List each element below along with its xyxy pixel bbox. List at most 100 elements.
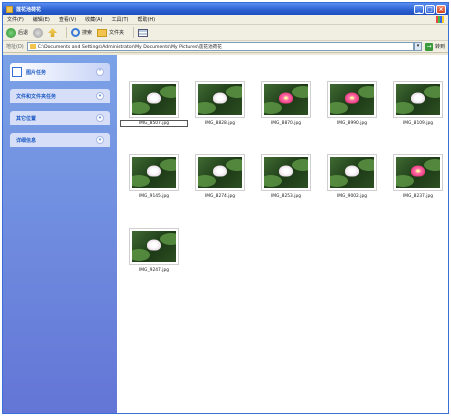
maximize-button[interactable]: □ (425, 4, 435, 14)
menu-bar: 文件(F) 编辑(E) 查看(V) 收藏(A) 工具(T) 帮助(H) (3, 15, 448, 25)
expand-chevron-icon[interactable]: » (96, 92, 104, 100)
thumbnail-item[interactable]: IMG_9247.jpg (121, 228, 187, 278)
file-name-label[interactable]: IMG_9145.jpg (121, 194, 187, 199)
windows-logo-icon (436, 16, 444, 23)
folders-icon (97, 28, 108, 37)
menu-help[interactable]: 帮助(H) (137, 16, 155, 23)
forward-arrow-icon (33, 27, 44, 38)
thumbnail-item[interactable]: IMG_8274.jpg (187, 154, 253, 204)
leaf-shape (160, 86, 176, 98)
lotus-photo (132, 157, 176, 188)
folders-label: 文件夹 (109, 30, 125, 36)
thumbnail-frame[interactable] (261, 81, 311, 118)
go-button[interactable]: → 转到 (424, 42, 445, 51)
leaf-shape (292, 86, 308, 98)
thumbnail-item[interactable]: IMG_8507.jpg (120, 81, 188, 131)
thumbnail-frame[interactable] (327, 154, 377, 191)
file-name-label[interactable]: IMG_8109.jpg (385, 121, 451, 126)
leaf-shape (132, 102, 150, 114)
toolbar-separator (133, 27, 135, 38)
details-panel[interactable]: 详细信息 » (10, 133, 110, 147)
address-dropdown-button[interactable]: ▾ (413, 42, 422, 51)
picture-tasks-panel[interactable]: 图片任务 ⌃ (10, 63, 110, 81)
thumbnail-item[interactable]: IMG_8253.jpg (253, 154, 319, 204)
thumbnail-frame[interactable] (195, 154, 245, 191)
lotus-photo (198, 84, 242, 115)
menu-file[interactable]: 文件(F) (7, 16, 24, 23)
file-name-label[interactable]: IMG_9002.jpg (319, 194, 385, 199)
leaf-shape (198, 175, 216, 187)
thumbnail-item[interactable]: IMG_8109.jpg (385, 81, 451, 131)
lotus-flower (411, 165, 425, 177)
thumbnail-frame[interactable] (327, 81, 377, 118)
address-value: C:\Documents and Settings\Administrator\… (37, 44, 222, 50)
leaf-shape (264, 102, 282, 114)
file-name-label[interactable]: IMG_9247.jpg (121, 268, 187, 273)
menu-favorites[interactable]: 收藏(A) (85, 16, 102, 23)
file-name-label[interactable]: IMG_8870.jpg (253, 121, 319, 126)
thumbnail-frame[interactable] (195, 81, 245, 118)
other-places-panel[interactable]: 其它位置 » (10, 111, 110, 125)
expand-chevron-icon[interactable]: » (96, 114, 104, 122)
thumbnail-item[interactable]: IMG_8990.jpg (319, 81, 385, 131)
lotus-photo (264, 84, 308, 115)
thumbnail-frame[interactable] (393, 154, 443, 191)
folders-button[interactable]: 文件夹 (97, 28, 125, 37)
toolbar: 后退 搜索 文件夹 (3, 25, 448, 41)
file-folder-tasks-panel[interactable]: 文件和文件夹任务 » (10, 89, 110, 103)
task-pane: 图片任务 ⌃ 文件和文件夹任务 » 其它位置 » 详细信息 » (3, 55, 117, 413)
leaf-shape (292, 159, 308, 171)
thumbnail-item[interactable]: IMG_8870.jpg (253, 81, 319, 131)
back-button[interactable]: 后退 (6, 27, 28, 38)
thumbnail-frame[interactable] (393, 81, 443, 118)
lotus-flower (213, 92, 227, 104)
lotus-photo (264, 157, 308, 188)
thumbnail-frame[interactable] (129, 81, 179, 118)
file-name-label[interactable]: IMG_8507.jpg (120, 120, 188, 127)
window-title: 莲花池荷花 (16, 6, 42, 13)
lotus-flower (279, 165, 293, 177)
collapse-chevron-icon[interactable]: ⌃ (96, 68, 104, 76)
panel-label: 其它位置 (16, 115, 37, 122)
file-name-label[interactable]: IMG_8990.jpg (319, 121, 385, 126)
address-input[interactable]: C:\Documents and Settings\Administrator\… (26, 42, 414, 51)
views-button[interactable] (138, 28, 149, 37)
file-name-label[interactable]: IMG_8828.jpg (187, 121, 253, 126)
lotus-flower (147, 239, 161, 251)
menu-view[interactable]: 查看(V) (59, 16, 76, 23)
leaf-shape (424, 159, 440, 171)
forward-button[interactable] (33, 27, 44, 38)
menu-edit[interactable]: 编辑(E) (33, 16, 50, 23)
lotus-photo (198, 157, 242, 188)
thumbnail-item[interactable]: IMG_8237.jpg (385, 154, 451, 204)
title-bar[interactable]: 莲花池荷花 _ □ × (3, 3, 448, 15)
expand-chevron-icon[interactable]: » (96, 136, 104, 144)
search-button[interactable]: 搜索 (71, 28, 92, 37)
thumbnail-frame[interactable] (261, 154, 311, 191)
file-name-label[interactable]: IMG_8237.jpg (385, 194, 451, 199)
leaf-shape (358, 86, 374, 98)
leaf-shape (160, 159, 176, 171)
close-button[interactable]: × (436, 4, 446, 14)
panel-label: 图片任务 (26, 69, 47, 76)
file-name-label[interactable]: IMG_8253.jpg (253, 194, 319, 199)
address-label: 地址(D) (6, 44, 24, 50)
thumbnail-frame[interactable] (129, 154, 179, 191)
lotus-flower (147, 165, 161, 177)
views-icon (138, 28, 149, 37)
minimize-button[interactable]: _ (414, 4, 424, 14)
leaf-shape (264, 175, 282, 187)
lotus-flower (213, 165, 227, 177)
thumbnail-item[interactable]: IMG_8828.jpg (187, 81, 253, 131)
lotus-flower (147, 92, 161, 104)
up-folder-button[interactable] (48, 28, 58, 37)
search-icon (71, 28, 81, 37)
thumbnail-view: IMG_8507.jpg IMG_8828.jpg IMG_8870.jpg IMG_… (117, 55, 448, 413)
thumbnail-item[interactable]: IMG_9145.jpg (121, 154, 187, 204)
menu-tools[interactable]: 工具(T) (112, 16, 129, 23)
thumbnail-item[interactable]: IMG_9002.jpg (319, 154, 385, 204)
thumbnail-frame[interactable] (129, 228, 179, 265)
lotus-photo (396, 84, 440, 115)
lotus-flower (345, 92, 359, 104)
file-name-label[interactable]: IMG_8274.jpg (187, 194, 253, 199)
